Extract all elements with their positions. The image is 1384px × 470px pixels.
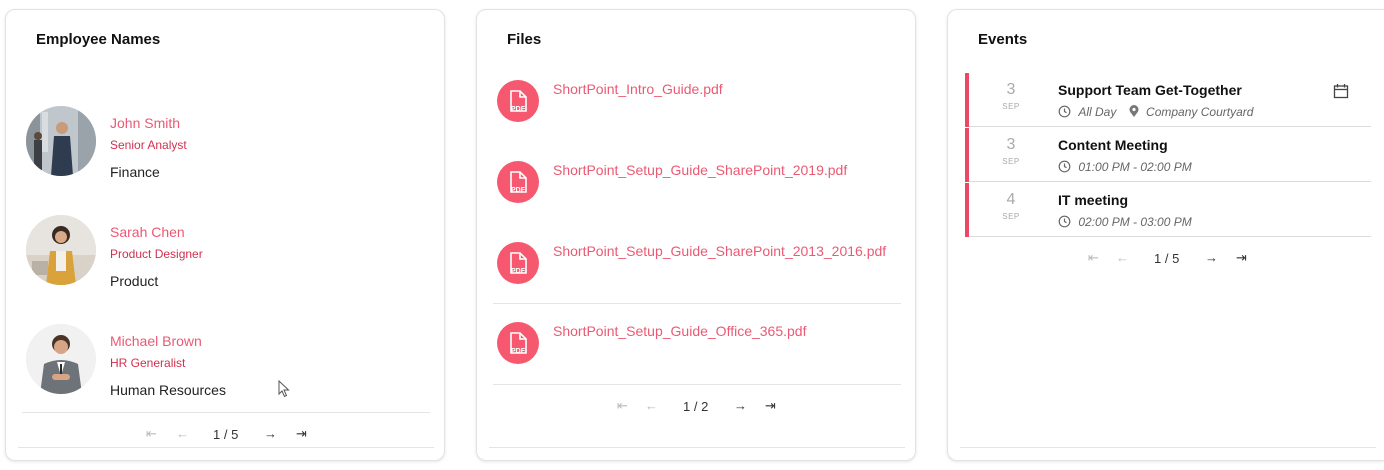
pdf-icon: PDF [497,80,539,122]
events-card: Events 3 SEP Support Team Get-Together A… [947,9,1384,461]
employee-name[interactable]: Michael Brown [110,333,202,349]
event-meta: All Day Company Courtyard [1058,105,1253,119]
first-page-icon[interactable]: ⇤ [617,398,628,414]
employee-role: HR Generalist [110,356,186,370]
clock-icon [1058,215,1071,228]
event-title[interactable]: Support Team Get-Together [1058,82,1242,98]
event-time: All Day [1078,105,1117,119]
divider [22,412,430,413]
add-to-calendar-icon[interactable] [1333,83,1349,99]
employee-name[interactable]: Sarah Chen [110,224,185,240]
event-title[interactable]: Content Meeting [1058,137,1168,153]
avatar [26,215,96,285]
next-page-icon[interactable]: → [734,398,747,413]
event-day: 3 [1006,81,1016,98]
avatar [26,106,96,176]
last-page-icon[interactable]: ⇥ [765,398,776,414]
pdf-icon: PDF [497,322,539,364]
file-link[interactable]: ShortPoint_Intro_Guide.pdf [553,81,723,97]
event-meta: 02:00 PM - 03:00 PM [1058,215,1192,229]
event-month: SEP [1002,102,1020,111]
employee-department: Human Resources [110,382,226,398]
event-day: 3 [1006,136,1016,153]
first-page-icon[interactable]: ⇤ [1088,250,1099,266]
last-page-icon[interactable]: ⇥ [1236,250,1247,266]
svg-text:PDF: PDF [511,187,526,194]
prev-page-icon[interactable]: ← [1116,250,1129,265]
event-location: Company Courtyard [1146,105,1254,119]
employee-role: Senior Analyst [110,138,187,152]
employee-name[interactable]: John Smith [110,115,180,131]
event-month: SEP [1002,157,1020,166]
page-indicator: 1 / 5 [1154,251,1180,266]
employee-role: Product Designer [110,247,203,261]
event-accent-bar [965,128,969,182]
pdf-icon: PDF [497,242,539,284]
event-month: SEP [1002,212,1020,221]
next-page-icon[interactable]: → [264,426,277,441]
prev-page-icon[interactable]: ← [176,426,189,441]
page-indicator: 1 / 5 [213,427,239,442]
event-item[interactable]: 3 SEP Content Meeting 01:00 PM - 02:00 P… [965,128,1371,182]
pdf-icon: PDF [497,161,539,203]
file-link[interactable]: ShortPoint_Setup_Guide_SharePoint_2019.p… [553,162,847,178]
svg-text:PDF: PDF [511,106,526,113]
employee-department: Product [110,273,159,289]
card-bottom-line [960,447,1376,448]
event-title[interactable]: IT meeting [1058,192,1128,208]
card-bottom-line [489,447,905,448]
events-title: Events [978,31,1028,48]
event-meta: 01:00 PM - 02:00 PM [1058,160,1192,174]
clock-icon [1058,105,1071,118]
event-time: 02:00 PM - 03:00 PM [1078,215,1192,229]
employee-names-title: Employee Names [36,31,161,48]
card-bottom-line [18,447,434,448]
file-link[interactable]: ShortPoint_Setup_Guide_Office_365.pdf [553,323,806,339]
event-item[interactable]: 4 SEP IT meeting 02:00 PM - 03:00 PM [965,183,1371,237]
page-indicator: 1 / 2 [683,399,709,414]
pagination: ⇤ ← 1 / 5 → ⇥ [1088,250,1248,270]
event-accent-bar [965,183,969,237]
mouse-cursor-icon [278,380,290,398]
clock-icon [1058,160,1071,173]
location-pin-icon [1129,105,1139,117]
avatar [26,324,96,394]
files-title: Files [507,31,542,48]
pagination: ⇤ ← 1 / 2 → ⇥ [617,398,777,418]
event-time: 01:00 PM - 02:00 PM [1078,160,1192,174]
event-day: 4 [1006,191,1016,208]
event-accent-bar [965,73,969,127]
files-card: Files PDF ShortPoint_Intro_Guide.pdf PDF… [476,9,916,461]
svg-text:PDF: PDF [511,268,526,275]
employee-names-card: Employee Names John Smith Senior Analyst… [5,9,445,461]
event-item[interactable]: 3 SEP Support Team Get-Together All Day … [965,73,1371,127]
first-page-icon[interactable]: ⇤ [146,426,157,442]
prev-page-icon[interactable]: ← [645,398,658,413]
divider [493,384,901,385]
pagination: ⇤ ← 1 / 5 → ⇥ [146,426,307,446]
divider [493,303,901,304]
next-page-icon[interactable]: → [1205,250,1218,265]
last-page-icon[interactable]: ⇥ [296,426,307,442]
svg-text:PDF: PDF [511,348,526,355]
file-link[interactable]: ShortPoint_Setup_Guide_SharePoint_2013_2… [553,243,886,259]
employee-department: Finance [110,164,160,180]
